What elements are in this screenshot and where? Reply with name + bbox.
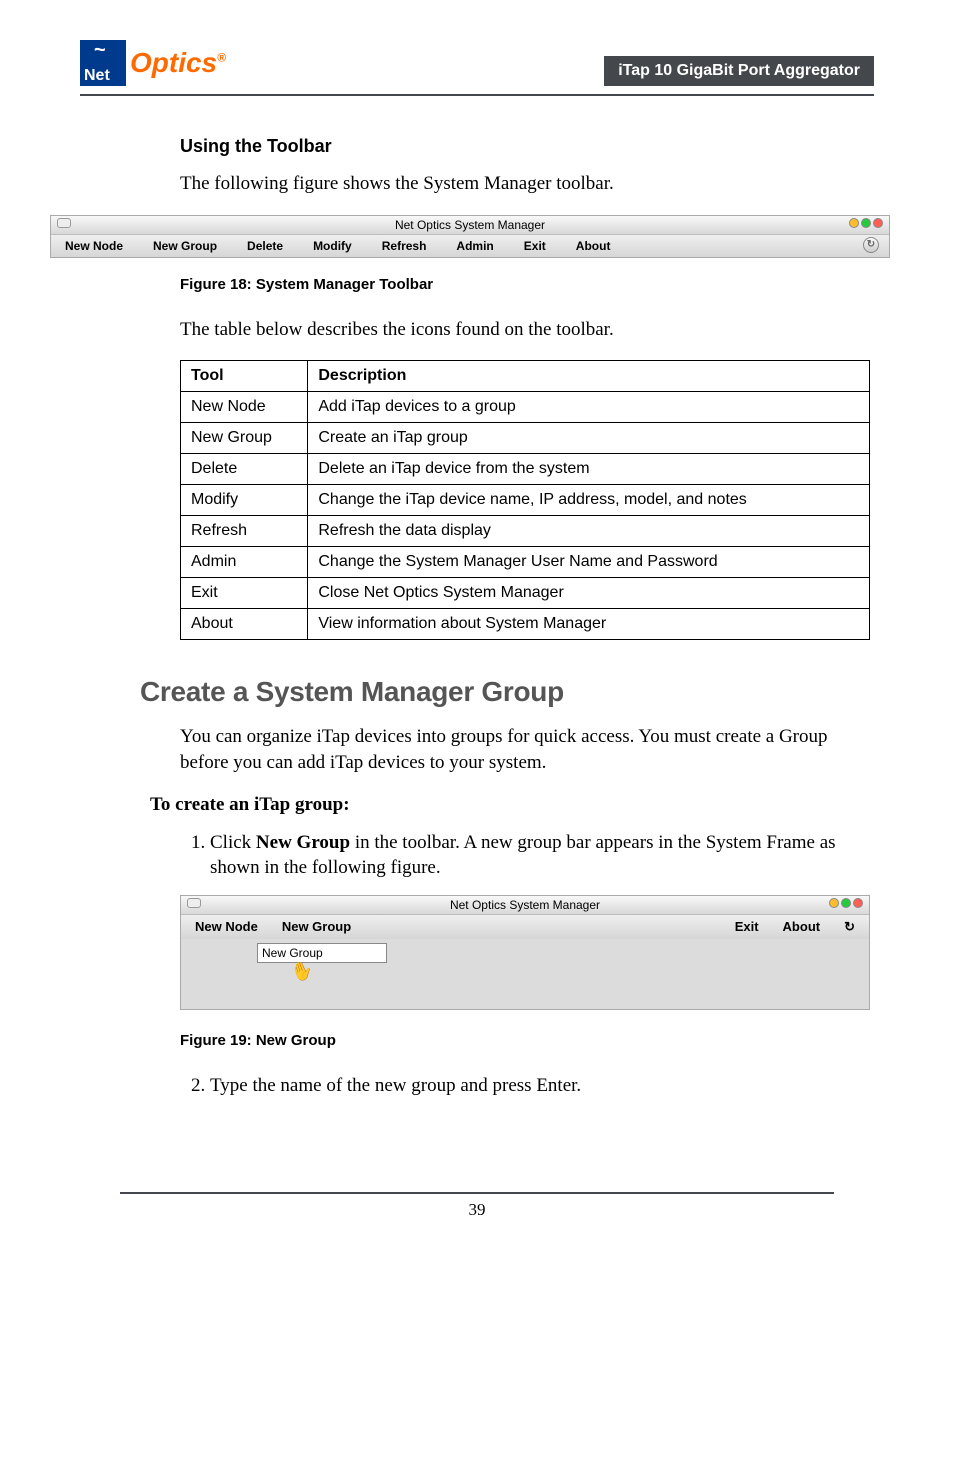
table-head-desc: Description	[308, 361, 870, 392]
group-name-input[interactable]: New Group	[257, 943, 387, 963]
procedure-steps-cont: Type the name of the new group and press…	[210, 1073, 874, 1099]
toolbar-delete[interactable]: Delete	[247, 239, 283, 253]
figure-18-toolbar: Net Optics System Manager New Node New G…	[50, 215, 890, 258]
toolbar-refresh[interactable]: Refresh	[382, 239, 427, 253]
table-row: ModifyChange the iTap device name, IP ad…	[181, 485, 870, 516]
toolbar-exit[interactable]: Exit	[735, 919, 759, 934]
table-row: ExitClose Net Optics System Manager	[181, 578, 870, 609]
page-footer: 39	[120, 1192, 834, 1220]
table-head-tool: Tool	[181, 361, 308, 392]
toolbar-about[interactable]: About	[576, 239, 611, 253]
procedure-label: To create an iTap group:	[150, 794, 874, 816]
window-proxy-icon	[187, 898, 201, 908]
logo-optics-text: Optics®	[130, 47, 226, 79]
close-button-icon[interactable]	[853, 898, 863, 908]
window-content-area: New Group ✋	[181, 939, 869, 1009]
table-row: New NodeAdd iTap devices to a group	[181, 392, 870, 423]
window-titlebar: Net Optics System Manager	[51, 216, 889, 235]
subsection-heading: Using the Toolbar	[180, 136, 874, 157]
toolbar-round-button-icon[interactable]: ↻	[844, 919, 855, 935]
window-title-text: Net Optics System Manager	[450, 898, 600, 912]
header-divider	[80, 94, 874, 96]
table-row: RefreshRefresh the data display	[181, 516, 870, 547]
toolbar-new-group[interactable]: New Group	[153, 239, 217, 253]
toolbar-about[interactable]: About	[783, 919, 821, 934]
product-title-bar: iTap 10 GigaBit Port Aggregator	[604, 56, 874, 86]
toolbar-round-button-icon[interactable]: ↻	[863, 237, 879, 253]
table-row: AboutView information about System Manag…	[181, 609, 870, 640]
window-proxy-icon	[57, 218, 71, 228]
table-intro: The table below describes the icons foun…	[180, 317, 874, 343]
brand-logo: ~ Net Optics®	[80, 40, 226, 86]
window-titlebar: Net Optics System Manager	[181, 896, 869, 915]
section2-intro: You can organize iTap devices into group…	[80, 724, 874, 775]
tool-description-table: Tool Description New NodeAdd iTap device…	[180, 360, 870, 640]
step-1: Click New Group in the toolbar. A new gr…	[210, 830, 874, 881]
zoom-button-icon[interactable]	[841, 898, 851, 908]
toolbar-admin[interactable]: Admin	[456, 239, 493, 253]
toolbar-items-row: New Node New Group Delete Modify Refresh…	[51, 235, 889, 257]
step-1-bold: New Group	[256, 832, 350, 853]
toolbar-new-node[interactable]: New Node	[65, 239, 123, 253]
figure-19-window: Net Optics System Manager New Node New G…	[180, 895, 870, 1010]
step-2: Type the name of the new group and press…	[210, 1073, 874, 1099]
figure-19-caption: Figure 19: New Group	[180, 1032, 874, 1049]
section-heading: Create a System Manager Group	[140, 676, 874, 708]
page-number: 39	[469, 1200, 486, 1219]
table-row: AdminChange the System Manager User Name…	[181, 547, 870, 578]
zoom-button-icon[interactable]	[861, 218, 871, 228]
procedure-steps: Click New Group in the toolbar. A new gr…	[210, 830, 874, 881]
toolbar-modify[interactable]: Modify	[313, 239, 352, 253]
minimize-button-icon[interactable]	[829, 898, 839, 908]
minimize-button-icon[interactable]	[849, 218, 859, 228]
logo-net-text: Net	[84, 70, 110, 82]
intro-paragraph: The following figure shows the System Ma…	[180, 171, 874, 197]
table-row: New GroupCreate an iTap group	[181, 423, 870, 454]
table-row: DeleteDelete an iTap device from the sys…	[181, 454, 870, 485]
close-button-icon[interactable]	[873, 218, 883, 228]
window-title-text: Net Optics System Manager	[395, 218, 545, 232]
toolbar-items-row: New Node New Group Exit About ↻	[181, 915, 869, 939]
toolbar-new-node[interactable]: New Node	[195, 919, 258, 935]
figure-18-caption: Figure 18: System Manager Toolbar	[180, 276, 874, 293]
logo-mark: ~ Net	[80, 40, 126, 86]
toolbar-new-group[interactable]: New Group	[282, 919, 351, 935]
toolbar-exit[interactable]: Exit	[524, 239, 546, 253]
